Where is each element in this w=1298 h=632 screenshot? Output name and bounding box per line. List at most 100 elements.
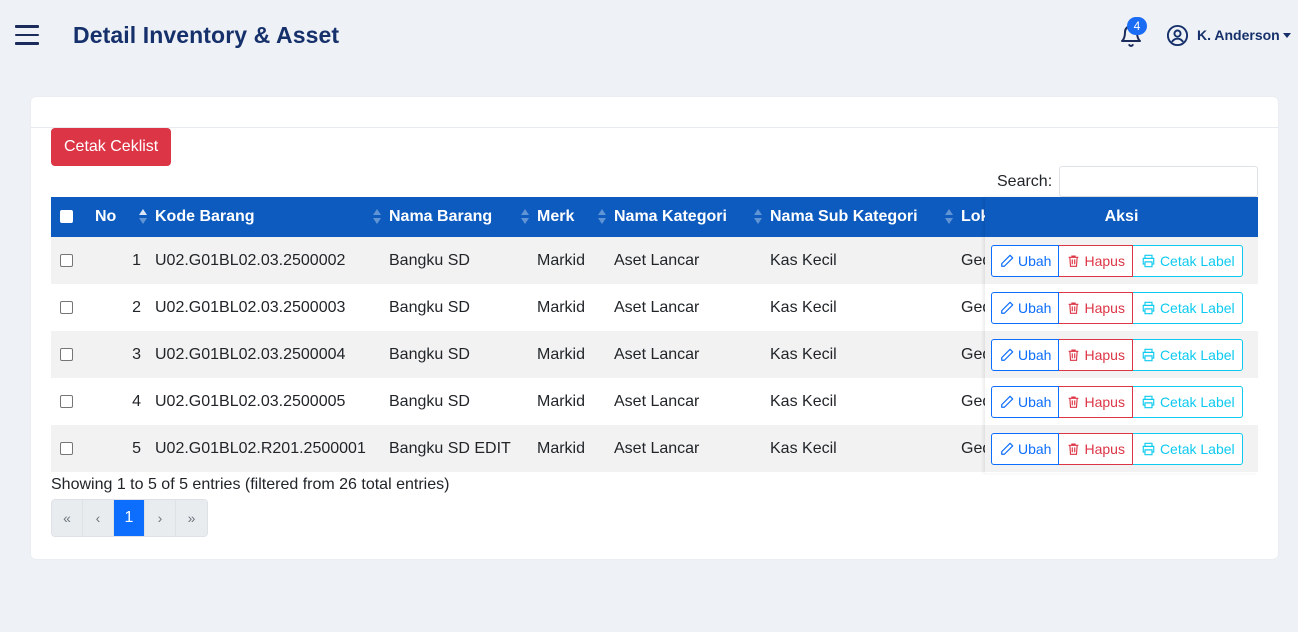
cell-kode-barang: U02.G01BL02.03.2500004: [155, 345, 346, 363]
row-actions: Ubah Hapus Cetak Label: [985, 331, 1258, 378]
row-select-cell: [51, 425, 85, 472]
cell-merk: Markid: [537, 345, 586, 363]
cell-nama-sub-kategori: Kas Kecil: [770, 392, 837, 410]
print-label-button[interactable]: Cetak Label: [1132, 385, 1243, 418]
sort-icon: [754, 209, 762, 225]
edit-label: Ubah: [1018, 440, 1052, 457]
cell-nama-sub-kategori: Kas Kecil: [770, 439, 837, 457]
pencil-icon: [1001, 395, 1014, 408]
print-label-button[interactable]: Cetak Label: [1132, 244, 1243, 277]
printer-icon: [1142, 348, 1155, 361]
last-page-button[interactable]: »: [176, 500, 207, 536]
pagination: « ‹ 1 › »: [51, 499, 208, 537]
user-avatar-icon: [1166, 24, 1189, 46]
cell-nama-sub-kategori: Kas Kecil: [770, 345, 837, 363]
column-header-no[interactable]: No: [85, 197, 151, 237]
row-checkbox[interactable]: [60, 347, 73, 361]
row-select-cell: [51, 331, 85, 378]
edit-button[interactable]: Ubah: [991, 338, 1060, 371]
column-label: Nama Barang: [389, 208, 493, 225]
cell-nama-sub-kategori: Kas Kecil: [770, 251, 837, 269]
row-checkbox[interactable]: [60, 441, 73, 455]
delete-button[interactable]: Hapus: [1059, 338, 1133, 371]
cell-merk: Markid: [537, 298, 586, 316]
row-checkbox[interactable]: [60, 253, 73, 267]
cell-no: 2: [132, 298, 141, 316]
column-header-merk[interactable]: Merk: [533, 197, 610, 237]
menu-toggle-icon[interactable]: [15, 25, 39, 45]
column-header-aksi: Aksi: [985, 197, 1258, 237]
edit-label: Ubah: [1018, 252, 1052, 269]
sort-icon: [598, 209, 606, 225]
row-checkbox[interactable]: [60, 300, 73, 314]
pencil-icon: [1001, 301, 1014, 314]
edit-button[interactable]: Ubah: [991, 385, 1060, 418]
pencil-icon: [1001, 442, 1014, 455]
print-label-button[interactable]: Cetak Label: [1132, 338, 1243, 371]
previous-page-button[interactable]: ‹: [83, 500, 114, 536]
notification-count-badge: 4: [1127, 17, 1147, 35]
cell-nama-kategori: Aset Lancar: [614, 251, 700, 269]
delete-label: Hapus: [1084, 440, 1125, 457]
user-menu[interactable]: K. Anderson: [1166, 22, 1291, 48]
trash-icon: [1069, 443, 1079, 455]
delete-button[interactable]: Hapus: [1059, 244, 1133, 277]
column-header-nama-sub-kategori[interactable]: Nama Sub Kategori: [766, 197, 957, 237]
cell-kode-barang: U02.G01BL02.03.2500002: [155, 251, 346, 269]
printer-icon: [1142, 395, 1155, 408]
cell-no: 4: [132, 392, 141, 410]
actions-column: Aksi Ubah Hapus Cetak Label Ubah Hapus C…: [985, 197, 1258, 473]
column-header-kode-barang[interactable]: Kode Barang: [151, 197, 385, 237]
edit-button[interactable]: Ubah: [991, 432, 1060, 465]
next-page-button[interactable]: ›: [145, 500, 176, 536]
first-page-button[interactable]: «: [52, 500, 83, 536]
inventory-card: Cetak Ceklist Search: No Kode Barang Nam…: [31, 97, 1278, 559]
column-label: Kode Barang: [155, 208, 255, 225]
delete-label: Hapus: [1084, 393, 1125, 410]
column-header-nama-barang[interactable]: Nama Barang: [385, 197, 533, 237]
row-actions: Ubah Hapus Cetak Label: [985, 378, 1258, 425]
page-1-button[interactable]: 1: [114, 500, 145, 536]
row-actions: Ubah Hapus Cetak Label: [985, 284, 1258, 331]
cell-kode-barang: U02.G01BL02.03.2500003: [155, 298, 346, 316]
edit-button[interactable]: Ubah: [991, 244, 1060, 277]
sort-icon: [373, 209, 381, 225]
delete-button[interactable]: Hapus: [1059, 432, 1133, 465]
cell-no: 5: [132, 439, 141, 457]
cell-nama-barang: Bangku SD: [389, 392, 470, 410]
cell-nama-sub-kategori: Kas Kecil: [770, 298, 837, 316]
cell-nama-kategori: Aset Lancar: [614, 345, 700, 363]
select-all-checkbox[interactable]: [60, 210, 73, 224]
delete-button[interactable]: Hapus: [1059, 385, 1133, 418]
printer-icon: [1142, 301, 1155, 314]
cell-merk: Markid: [537, 439, 586, 457]
user-name: K. Anderson: [1197, 27, 1280, 43]
pencil-icon: [1001, 348, 1014, 361]
row-checkbox[interactable]: [60, 394, 73, 408]
cell-nama-barang: Bangku SD: [389, 251, 470, 269]
printer-icon: [1142, 254, 1155, 267]
search-label: Search:: [997, 172, 1053, 190]
search-input[interactable]: [1059, 166, 1259, 197]
print-checklist-button[interactable]: Cetak Ceklist: [51, 128, 172, 166]
print-label-button[interactable]: Cetak Label: [1132, 291, 1243, 324]
trash-icon: [1069, 255, 1079, 267]
sort-icon: [945, 209, 953, 225]
column-header-nama-kategori[interactable]: Nama Kategori: [610, 197, 766, 237]
delete-button[interactable]: Hapus: [1059, 291, 1133, 324]
cell-merk: Markid: [537, 251, 586, 269]
cell-kode-barang: U02.G01BL02.03.2500005: [155, 392, 346, 410]
sort-icon: [521, 209, 529, 225]
edit-label: Ubah: [1018, 393, 1052, 410]
chevron-down-icon: [1282, 33, 1291, 38]
edit-button[interactable]: Ubah: [991, 291, 1060, 324]
column-label: Nama Sub Kategori: [770, 208, 918, 225]
edit-label: Ubah: [1018, 346, 1052, 363]
cell-no: 1: [132, 251, 141, 269]
print-label-button[interactable]: Cetak Label: [1132, 432, 1243, 465]
column-label: Nama Kategori: [614, 208, 727, 225]
column-label: Merk: [537, 208, 575, 225]
delete-label: Hapus: [1084, 299, 1125, 316]
search-box: Search:: [997, 166, 1259, 197]
delete-label: Hapus: [1084, 346, 1125, 363]
